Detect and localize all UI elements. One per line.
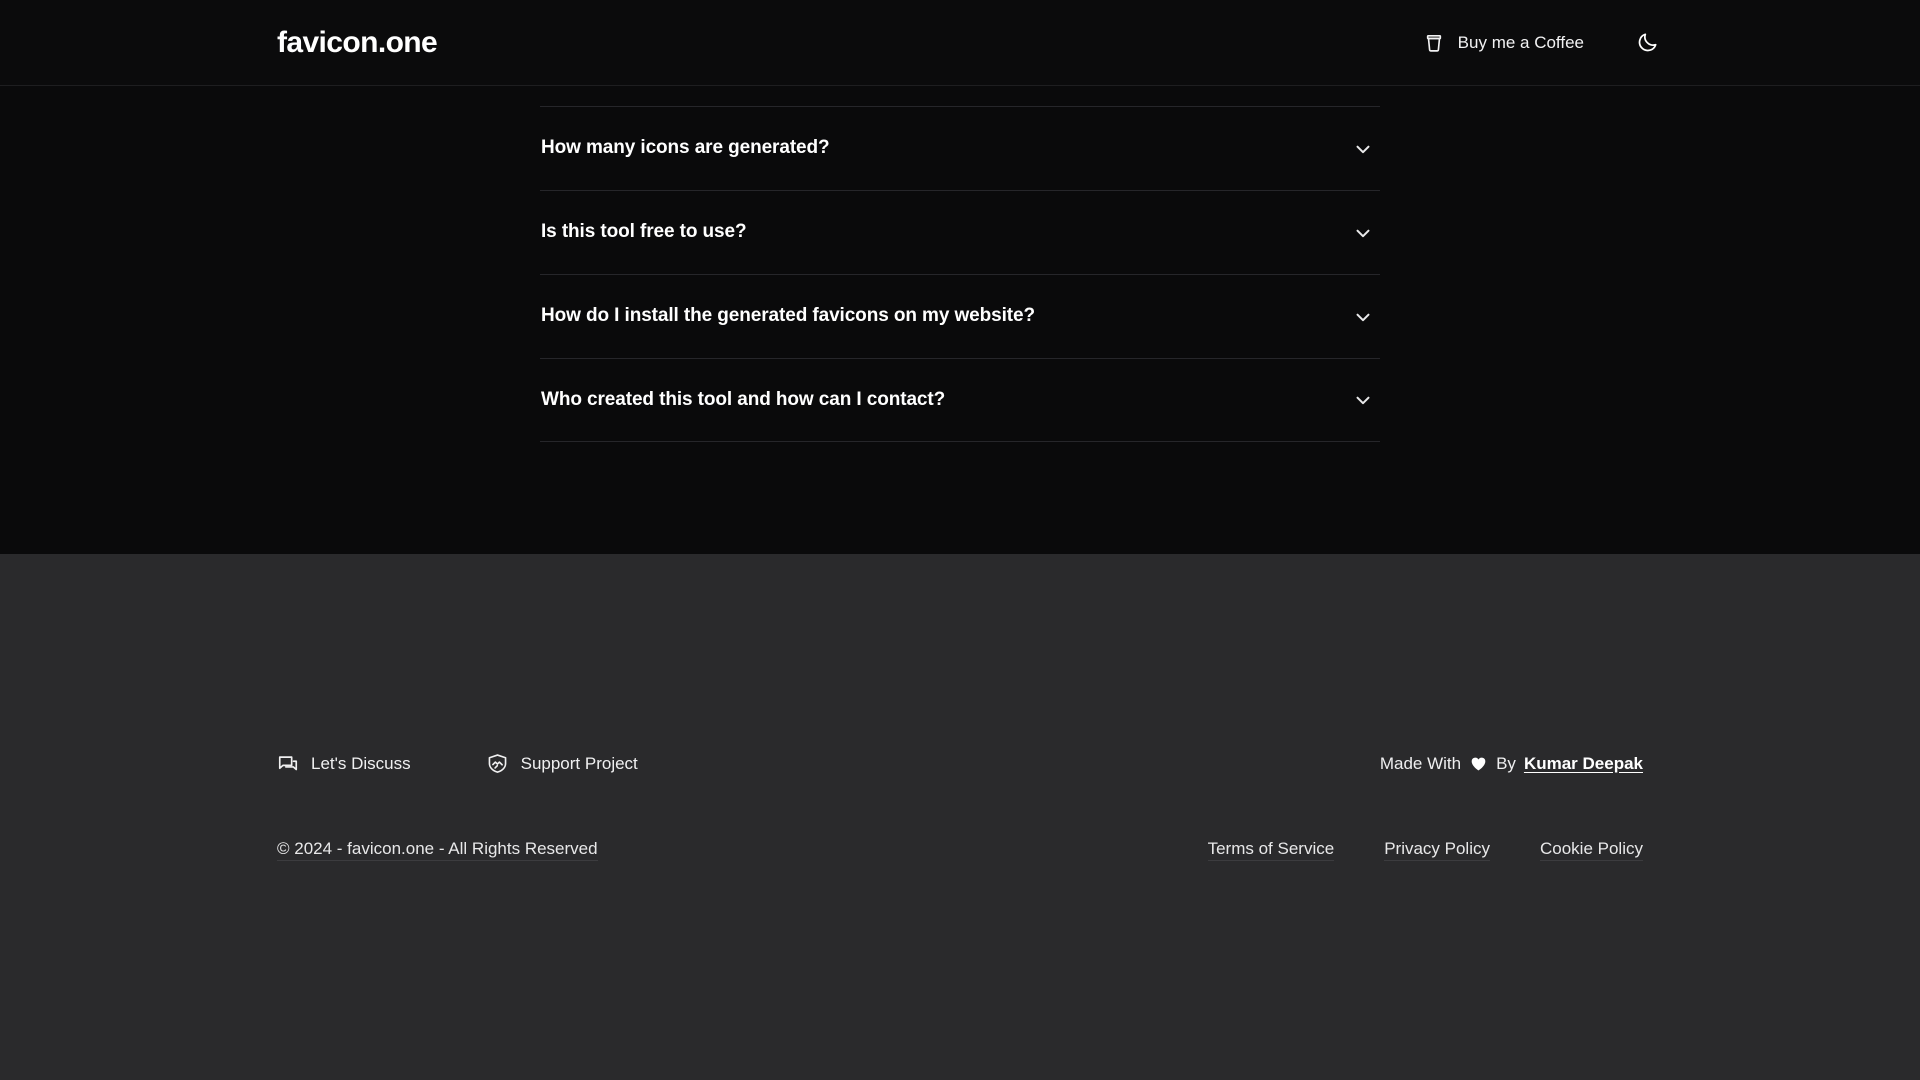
privacy-policy-link[interactable]: Privacy Policy bbox=[1384, 839, 1490, 861]
chat-bubbles-icon bbox=[277, 753, 299, 775]
coffee-cup-icon bbox=[1423, 32, 1445, 54]
support-project-link[interactable]: Support Project bbox=[486, 752, 638, 775]
footer-top-row: Let's Discuss Support Project Made With bbox=[277, 752, 1643, 775]
faq-item[interactable]: How do I install the generated favicons … bbox=[540, 274, 1380, 358]
faq-question: Is this tool free to use? bbox=[541, 221, 746, 244]
footer-bottom-row: © 2024 - favicon.one - All Rights Reserv… bbox=[277, 839, 1643, 861]
header-actions: Buy me a Coffee bbox=[1423, 26, 1864, 60]
buy-me-a-coffee-label: Buy me a Coffee bbox=[1458, 33, 1584, 53]
faq-accordion: How many icons are generated? Is this to… bbox=[540, 106, 1380, 554]
page-root: favicon.one Buy me a Coffee bbox=[0, 0, 1920, 1080]
legal-links: Terms of Service Privacy Policy Cookie P… bbox=[1208, 839, 1643, 861]
made-with-prefix: Made With bbox=[1380, 754, 1461, 774]
faq-question: Who created this tool and how can I cont… bbox=[541, 389, 945, 412]
heart-icon bbox=[1469, 754, 1488, 773]
main-content: How many icons are generated? Is this to… bbox=[0, 86, 1920, 554]
footer-social-links: Let's Discuss Support Project bbox=[277, 752, 638, 775]
buy-me-a-coffee-button[interactable]: Buy me a Coffee bbox=[1423, 32, 1584, 54]
lets-discuss-label: Let's Discuss bbox=[311, 754, 411, 774]
faq-question: How many icons are generated? bbox=[541, 137, 830, 160]
moon-icon bbox=[1636, 31, 1659, 54]
theme-toggle-button[interactable] bbox=[1630, 26, 1664, 60]
made-with-by: By bbox=[1496, 754, 1516, 774]
support-project-label: Support Project bbox=[521, 754, 638, 774]
copyright-text: © 2024 - favicon.one - All Rights Reserv… bbox=[277, 839, 598, 861]
lets-discuss-link[interactable]: Let's Discuss bbox=[277, 753, 411, 775]
faq-item[interactable]: How many icons are generated? bbox=[540, 106, 1380, 190]
faq-item[interactable]: Is this tool free to use? bbox=[540, 190, 1380, 274]
author-link[interactable]: Kumar Deepak bbox=[1524, 754, 1643, 774]
site-header: favicon.one Buy me a Coffee bbox=[0, 0, 1920, 86]
faq-question: How do I install the generated favicons … bbox=[541, 305, 1035, 328]
chevron-down-icon[interactable] bbox=[1352, 222, 1374, 244]
chevron-down-icon[interactable] bbox=[1352, 306, 1374, 328]
cookie-policy-link[interactable]: Cookie Policy bbox=[1540, 839, 1643, 861]
chevron-down-icon[interactable] bbox=[1352, 389, 1374, 411]
brand-logo[interactable]: favicon.one bbox=[277, 28, 437, 58]
handshake-icon bbox=[486, 752, 509, 775]
faq-item[interactable]: Who created this tool and how can I cont… bbox=[540, 358, 1380, 442]
chevron-down-icon[interactable] bbox=[1352, 138, 1374, 160]
made-with-credit: Made With By Kumar Deepak bbox=[1380, 754, 1643, 774]
site-footer: Let's Discuss Support Project Made With bbox=[0, 554, 1920, 1080]
terms-of-service-link[interactable]: Terms of Service bbox=[1208, 839, 1335, 861]
